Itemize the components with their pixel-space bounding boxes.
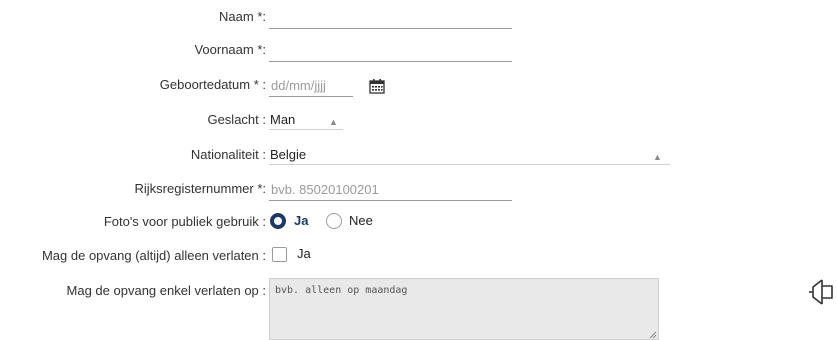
geslacht-select[interactable]: Man ▲︎ bbox=[269, 110, 343, 130]
nationaliteit-label: Nationaliteit : bbox=[190, 147, 266, 162]
geslacht-selected-value: Man bbox=[270, 112, 296, 127]
fotos-ja-radio[interactable] bbox=[270, 213, 286, 229]
alleen-verlaten-checkbox[interactable] bbox=[272, 247, 287, 262]
calendar-icon[interactable] bbox=[369, 78, 385, 94]
nationaliteit-select[interactable]: Belgie ▲︎ bbox=[269, 145, 670, 165]
naam-input[interactable] bbox=[269, 7, 512, 29]
geboortedatum-input[interactable] bbox=[269, 75, 353, 97]
enkel-verlaten-textarea[interactable] bbox=[269, 278, 659, 340]
fotos-label: Foto's voor publiek gebruik : bbox=[103, 214, 266, 229]
fotos-nee-label[interactable]: Nee bbox=[349, 213, 373, 229]
select-arrows-icon: ▲︎ bbox=[329, 117, 338, 127]
rijksregisternummer-label: Rijksregisternummer *: bbox=[134, 181, 266, 196]
naam-label: Naam *: bbox=[219, 9, 266, 24]
alleen-verlaten-label: Mag de opvang (altijd) alleen verlaten : bbox=[41, 248, 266, 263]
voornaam-input[interactable] bbox=[269, 40, 512, 62]
pointer-cursor-icon bbox=[809, 279, 833, 305]
geboortedatum-label: Geboortedatum * : bbox=[159, 77, 266, 92]
enkel-verlaten-label: Mag de opvang enkel verlaten op : bbox=[66, 283, 266, 298]
voornaam-label: Voornaam *: bbox=[194, 42, 266, 57]
fotos-ja-label[interactable]: Ja bbox=[294, 213, 308, 229]
resize-grip-icon[interactable] bbox=[649, 331, 657, 339]
rijksregisternummer-input[interactable] bbox=[269, 179, 512, 201]
alleen-verlaten-checkbox-label[interactable]: Ja bbox=[297, 246, 311, 262]
nationaliteit-selected-value: Belgie bbox=[270, 147, 307, 162]
fotos-nee-radio[interactable] bbox=[326, 213, 342, 229]
geslacht-label: Geslacht : bbox=[207, 112, 266, 127]
select-arrows-icon: ▲︎ bbox=[653, 152, 662, 162]
